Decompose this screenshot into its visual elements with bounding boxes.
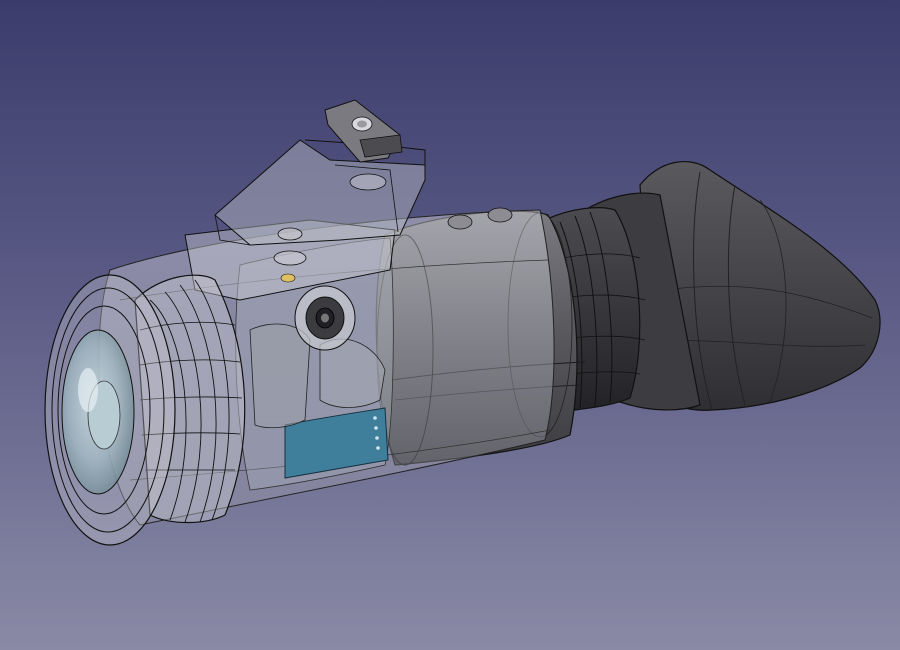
objective-lens-glass xyxy=(61,329,135,495)
adjustment-knob[interactable] xyxy=(294,285,356,351)
cad-model-render xyxy=(44,99,881,546)
3d-viewport[interactable] xyxy=(0,0,900,650)
